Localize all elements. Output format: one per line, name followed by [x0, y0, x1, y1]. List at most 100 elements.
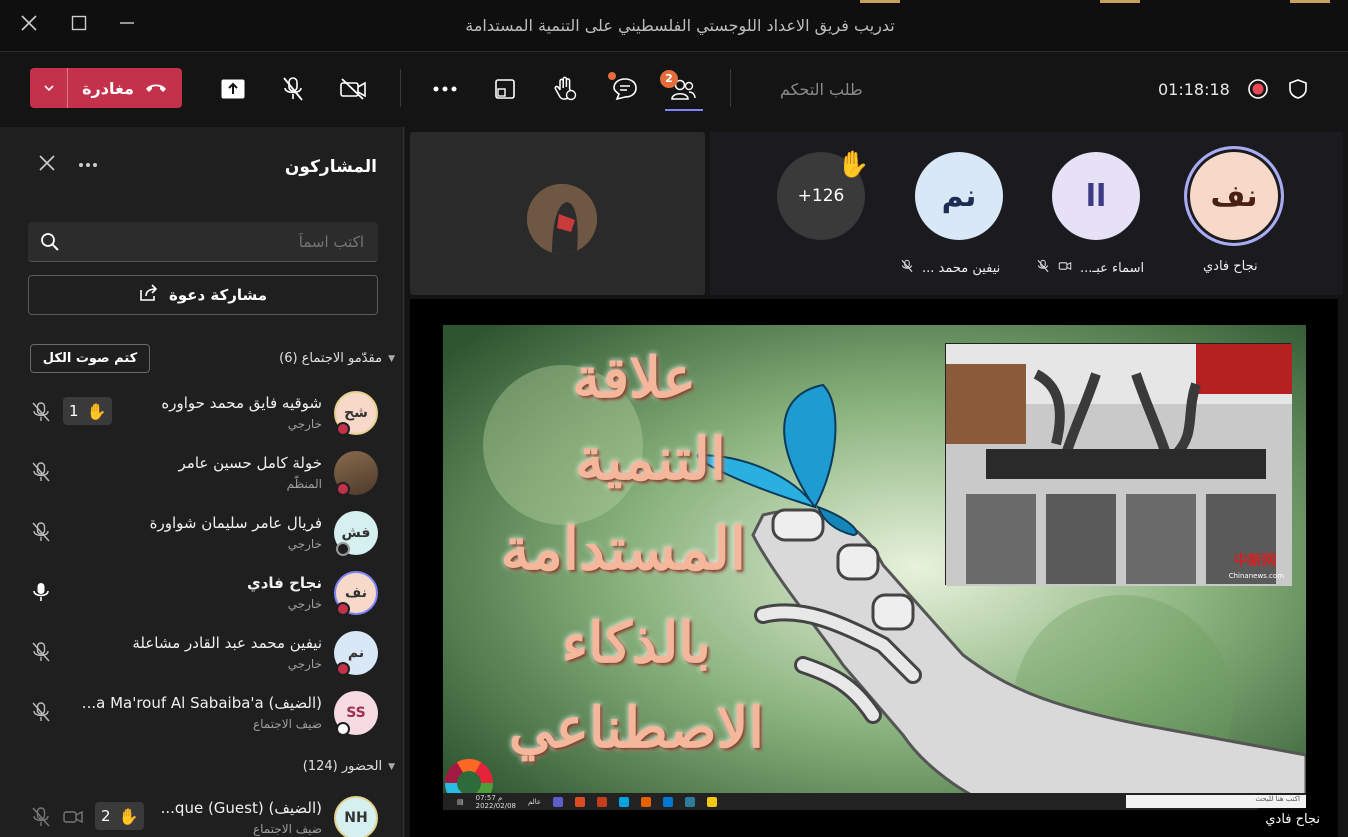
more-options-icon[interactable] [78, 149, 98, 173]
participant-hand-count: 1 [69, 402, 79, 420]
mic-off-icon [900, 259, 914, 277]
mic-off-icon[interactable] [30, 461, 52, 483]
raised-hand-icon: ✋ [837, 150, 870, 180]
participant-row[interactable]: نم نيفين محمد عبد القادر مشاعلة خارجي [4, 624, 400, 684]
leave-label: مغادرة [82, 78, 134, 98]
presenters-section-header[interactable]: ▼ مقدّمو الاجتماع (6) [279, 351, 395, 366]
close-icon[interactable] [18, 14, 40, 36]
mic-off-icon[interactable] [30, 401, 52, 423]
status-offline-icon [336, 542, 350, 556]
participant-row[interactable]: خولة كامل حسين عامر المنظّم [4, 444, 400, 504]
status-busy-icon [336, 422, 350, 436]
slide-title-line: بالذكاء [561, 610, 711, 676]
search-input[interactable] [84, 230, 364, 254]
participant-row[interactable]: نف نجاح فادي خارجي [4, 564, 400, 624]
slide-title-line: التنمية [575, 425, 726, 493]
participant-name: خولة كامل حسين عامر [178, 454, 322, 472]
slide-title-line: المستدامة [500, 515, 746, 583]
participant-hand-count: 2 [101, 807, 111, 825]
mic-off-icon[interactable] [30, 521, 52, 543]
participant-row[interactable]: فش فريال عامر سليمان شواورة خارجي [4, 504, 400, 564]
robot-photo: 中新网 Chinanews.com [945, 343, 1292, 586]
minimize-icon[interactable] [116, 14, 138, 36]
participant-name: (الضيف) que (Guest)... [160, 799, 322, 817]
teams-icon [553, 796, 564, 807]
participant-role: خارجي [287, 537, 322, 551]
caret-down-icon: ▼ [388, 761, 395, 772]
participant-role: ضيف الاجتماع [252, 822, 322, 836]
slide-title-line: علاقة [572, 345, 696, 411]
decorative-strip [1290, 0, 1330, 3]
gallery-tile-label: نجاح فادي [1203, 259, 1258, 274]
notifications-icon: ▤ [457, 797, 464, 806]
slide-title-line: الاصطناعي [508, 695, 764, 761]
more-options-icon[interactable] [430, 74, 460, 104]
decorative-strip [1100, 0, 1140, 3]
shared-taskbar: ▤ 07:57 م 2022/02/08 عالم اكتب هنا للبحث [443, 793, 1306, 810]
gallery-name: نجاح فادي [1203, 259, 1258, 274]
share-invite-label: مشاركة دعوة [168, 286, 268, 304]
explorer-icon [707, 796, 718, 807]
taskbar-date: 2022/02/08 [475, 801, 516, 810]
taskbar-language: عالم [527, 797, 542, 806]
participant-role: خارجي [287, 657, 322, 671]
raise-hand-icon[interactable] [550, 74, 580, 104]
participant-role: ضيف الاجتماع [252, 717, 322, 731]
mic-off-icon[interactable] [30, 641, 52, 663]
mic-off-icon[interactable] [278, 74, 308, 104]
participant-row[interactable]: SS (الضيف) a Ma'rouf Al Sabaiba'a... ضيف… [4, 684, 400, 744]
leave-button[interactable]: مغادرة [30, 68, 182, 108]
attendees-section-header[interactable]: ▼ الحضور (124) [303, 759, 395, 774]
participant-name: نجاح فادي [246, 574, 322, 592]
status-busy-icon [336, 662, 350, 676]
gallery-tile-label: نيفين محمد ... [900, 259, 1000, 277]
meeting-timer: 01:18:18 [1158, 80, 1230, 99]
shield-icon[interactable] [1283, 74, 1313, 104]
mic-on-icon[interactable] [30, 581, 52, 603]
raised-hand-icon: ✋ [118, 806, 139, 826]
share-invite-button[interactable]: مشاركة دعوة [28, 275, 378, 315]
avatar: NH [334, 796, 378, 837]
participants-badge: 2 [660, 70, 678, 88]
chrome-icon [575, 796, 586, 807]
avatar-speaking[interactable]: نف [1184, 146, 1284, 246]
participant-name: شوقيه فايق محمد حواوره [161, 394, 322, 412]
taskbar-time: 07:57 م [475, 793, 503, 802]
watermark-caption: Chinanews.com [1228, 572, 1284, 580]
taskbar-search: اكتب هنا للبحث [1126, 795, 1306, 808]
search-box[interactable] [28, 222, 378, 262]
attendees-header-label: الحضور (124) [302, 759, 383, 774]
mute-all-button[interactable]: كتم صوت الكل [30, 344, 150, 373]
video-tile-self[interactable] [410, 132, 705, 295]
avatar[interactable]: اا [1052, 152, 1140, 240]
close-panel-icon[interactable] [38, 153, 56, 178]
panel-title: المشاركون [284, 157, 377, 177]
watermark-logo: 中新网 [1234, 553, 1276, 569]
share-screen-icon[interactable] [218, 74, 248, 104]
active-tab-indicator [665, 109, 703, 111]
participant-row[interactable]: شح شوقيه فايق محمد حواوره خارجي 1 ✋ [4, 384, 400, 444]
request-control-button[interactable]: طلب التحكم [780, 80, 863, 99]
avatar[interactable]: نم [915, 152, 1003, 240]
chevron-down-icon[interactable] [30, 68, 68, 108]
maximize-icon[interactable] [68, 14, 90, 36]
camera-off-icon[interactable] [338, 74, 368, 104]
mic-off-icon[interactable] [30, 701, 52, 723]
mic-off-icon[interactable] [30, 806, 52, 828]
firefox-icon [641, 796, 652, 807]
participant-row[interactable]: NH (الضيف) que (Guest)... ضيف الاجتماع 2… [4, 789, 400, 837]
raised-hand-icon: ✋ [86, 401, 107, 421]
shared-screen[interactable]: علاقة التنمية المستدامة بالذكاء الاصطناع… [410, 299, 1338, 837]
camera-off-icon [1058, 259, 1072, 277]
layout-icon[interactable] [490, 74, 520, 104]
participant-name: نيفين محمد عبد القادر مشاعلة [132, 634, 322, 652]
edge-icon [685, 796, 696, 807]
window-title: تدريب فريق الاعداد اللوجستي الفلسطيني عل… [465, 16, 895, 35]
camera-off-icon [62, 806, 84, 828]
presenter-name-label: نجاح فادي [1257, 808, 1328, 831]
participant-role: خارجي [287, 417, 322, 431]
gallery-name: اسماء عبـ... [1080, 260, 1145, 276]
participant-photo [527, 184, 597, 254]
toolbar-divider [730, 69, 731, 107]
title-bar: تدريب فريق الاعداد اللوجستي الفلسطيني عل… [0, 0, 1348, 52]
